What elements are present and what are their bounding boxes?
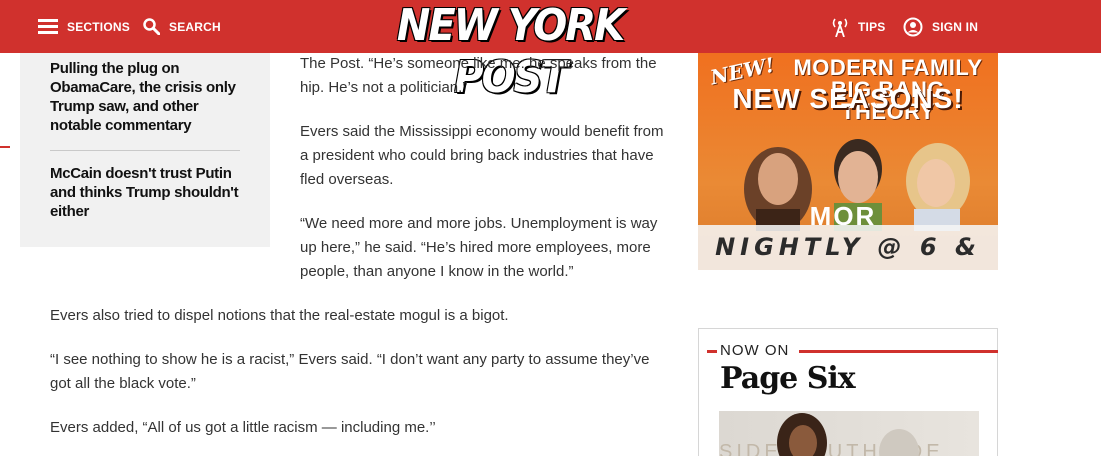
- related-article-link[interactable]: Pulling the plug on ObamaCare, the crisi…: [50, 59, 240, 135]
- divider: [50, 150, 240, 151]
- search-label: SEARCH: [169, 19, 221, 34]
- tips-button[interactable]: TIPS: [831, 0, 885, 53]
- article-paragraph: “I see nothing to show he is a racist,” …: [50, 351, 650, 392]
- article-paragraph: The Post. “He’s someone like me: he spea…: [300, 55, 657, 96]
- article-paragraph: Evers also tried to dispel notions that …: [50, 307, 509, 324]
- broadcast-tower-icon: [831, 17, 849, 37]
- ad-headline: NEW SEASONS!: [732, 83, 964, 114]
- signin-label: SIGN IN: [932, 19, 979, 34]
- page-six-widget: NOW ON Page Six SIDE YOUTHSIDE: [698, 328, 998, 456]
- article-paragraph: “We need more and more jobs. Unemploymen…: [300, 215, 658, 280]
- site-logo[interactable]: NEW YORK POST: [360, 1, 660, 103]
- logo-text: NEW YORK POST: [396, 1, 625, 103]
- image-backdrop-text: SIDE YOUTHSIDE: [719, 441, 944, 456]
- person-face: [789, 425, 817, 456]
- advertisement[interactable]: NEW! MODERN FAMILY BIG BANG THEORY NEW S…: [698, 53, 998, 270]
- site-header: SECTIONS SEARCH NEW YORK POST TIPS SIGN …: [0, 0, 1101, 103]
- sections-label: SECTIONS: [67, 19, 130, 34]
- search-button[interactable]: SEARCH: [143, 0, 221, 53]
- accent-line: [707, 350, 717, 353]
- search-icon: [143, 18, 160, 35]
- page-six-kicker: NOW ON: [720, 342, 790, 359]
- page-six-title[interactable]: Page Six: [720, 361, 856, 396]
- signin-button[interactable]: SIGN IN: [903, 0, 978, 53]
- article-paragraph: Evers said the Mississippi economy would…: [300, 123, 664, 188]
- ad-schedule: NIGHTLY @ 6 & 7: [715, 233, 981, 261]
- user-icon: [903, 17, 923, 37]
- section-marker: [0, 146, 10, 148]
- tips-label: TIPS: [858, 19, 886, 34]
- related-articles-box: Pulling the plug on ObamaCare, the crisi…: [20, 53, 270, 247]
- hamburger-icon: [38, 19, 58, 34]
- related-article-link[interactable]: McCain doesn't trust Putin and thinks Tr…: [50, 164, 240, 221]
- page-six-image[interactable]: SIDE YOUTHSIDE: [719, 411, 979, 456]
- accent-line: [799, 350, 998, 353]
- article-paragraph: Evers added, “All of us got a little rac…: [50, 419, 436, 436]
- person-photo: [879, 429, 919, 456]
- sections-menu-button[interactable]: SECTIONS: [38, 0, 130, 53]
